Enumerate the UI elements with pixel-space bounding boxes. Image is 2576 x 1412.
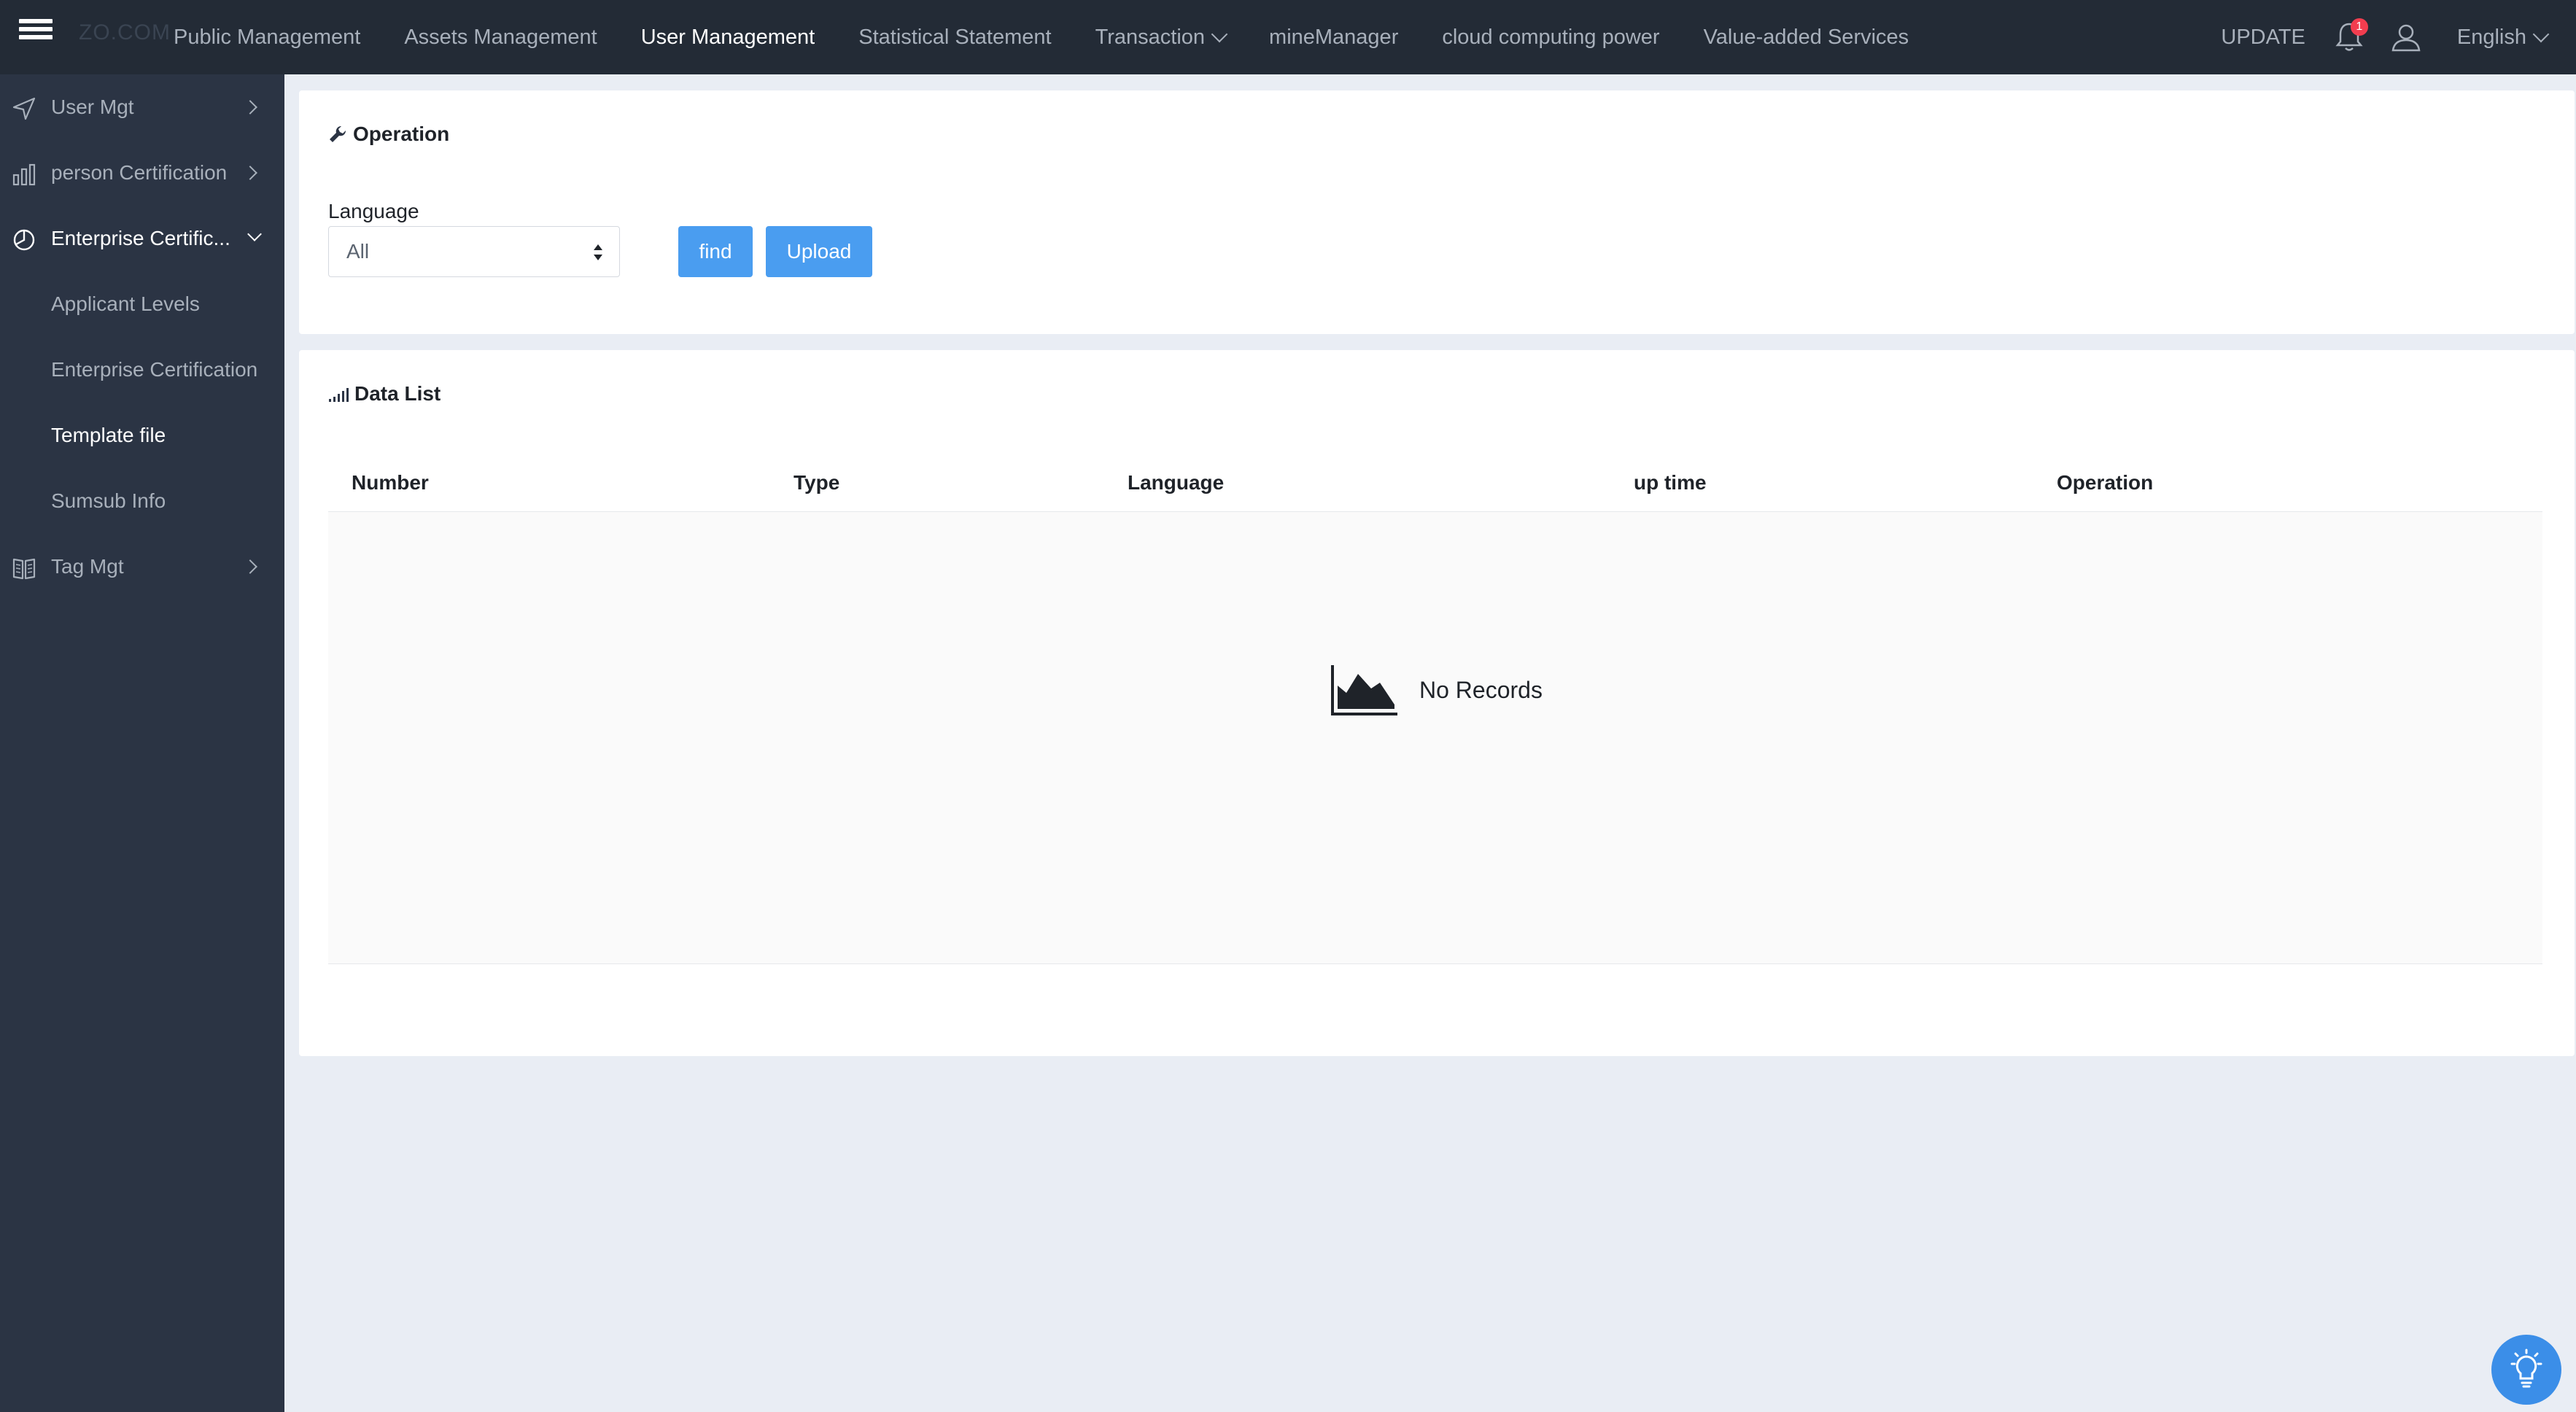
app-logo[interactable]: ZO.COM [79, 20, 171, 45]
nav-mine-manager[interactable]: mineManager [1269, 26, 1398, 50]
chevron-right-icon [243, 559, 257, 574]
operation-title-text: Operation [353, 123, 450, 145]
data-list-panel: Data List Number Type Language up time O… [299, 350, 2575, 1056]
nav-label: Public Management [174, 25, 361, 49]
column-header-type[interactable]: Type [794, 471, 839, 494]
sidebar-item-label: Tag Mgt [51, 555, 124, 578]
data-list-title-text: Data List [354, 382, 441, 405]
operation-title: Operation [328, 123, 449, 146]
area-chart-icon [1331, 665, 1397, 715]
sidebar-item-person-certification[interactable]: person Certification [0, 140, 284, 206]
sidebar-item-label: person Certification [51, 161, 228, 184]
update-button[interactable]: UPDATE [2221, 26, 2305, 50]
nav-label: Value-added Services [1703, 25, 1909, 49]
table-body: No Records [328, 512, 2542, 964]
chevron-down-icon [2532, 26, 2550, 43]
book-icon [12, 558, 36, 580]
user-icon [2391, 24, 2421, 52]
empty-state: No Records [1330, 664, 1543, 716]
user-profile-button[interactable] [2390, 21, 2422, 53]
nav-label: User Management [640, 25, 815, 49]
sort-updown-icon [594, 244, 602, 260]
sidebar-item-enterprise-certification[interactable]: Enterprise Certific... [0, 206, 284, 271]
chevron-down-icon [1211, 26, 1228, 43]
column-header-number[interactable]: Number [352, 471, 429, 494]
chevron-down-icon [247, 227, 262, 241]
signal-bars-icon [329, 388, 349, 402]
sidebar-item-label: Enterprise Certific... [51, 227, 230, 249]
column-header-up-time[interactable]: up time [1634, 471, 1707, 494]
sidebar-item-tag-mgt[interactable]: Tag Mgt [0, 534, 284, 600]
nav-assets-management[interactable]: Assets Management [404, 26, 597, 50]
sidebar-item-label: User Mgt [51, 96, 134, 118]
table-header: Number Type Language up time Operation [328, 452, 2542, 512]
wrench-icon [330, 125, 346, 142]
upload-button[interactable]: Upload [766, 226, 872, 277]
language-label: English [2456, 25, 2526, 49]
sidebar-subitem-template-file[interactable]: Template file [0, 403, 284, 468]
lightbulb-icon [2510, 1349, 2542, 1388]
sidebar-subitem-sumsub-info[interactable]: Sumsub Info [0, 468, 284, 534]
sidebar-subitem-applicant-levels[interactable]: Applicant Levels [0, 271, 284, 337]
column-header-operation[interactable]: Operation [2057, 471, 2153, 494]
sidebar-item-user-mgt[interactable]: User Mgt [0, 74, 284, 140]
nav-statistical-statement[interactable]: Statistical Statement [858, 26, 1051, 50]
notification-button[interactable]: 1 [2335, 18, 2368, 53]
language-select[interactable]: All [328, 226, 620, 277]
find-button[interactable]: find [678, 226, 753, 277]
nav-label: cloud computing power [1442, 25, 1660, 49]
operation-panel: Operation Language All find Upload [299, 90, 2575, 334]
send-icon [12, 97, 36, 120]
nav-transaction[interactable]: Transaction [1095, 25, 1228, 50]
data-list-title: Data List [328, 382, 441, 406]
nav-label: Statistical Statement [858, 25, 1052, 49]
pie-chart-icon [13, 229, 35, 251]
column-header-language[interactable]: Language [1128, 471, 1224, 494]
menu-toggle-icon[interactable] [19, 19, 53, 45]
nav-user-management[interactable]: User Management [641, 26, 815, 50]
nav-label: Transaction [1095, 25, 1206, 49]
help-floating-button[interactable] [2491, 1335, 2561, 1405]
empty-state-text: No Records [1419, 676, 1543, 703]
language-switcher[interactable]: English [2456, 25, 2550, 50]
nav-public-management[interactable]: Public Management [174, 26, 360, 50]
nav-cloud-computing-power[interactable]: cloud computing power [1442, 26, 1659, 50]
sidebar: User Mgt person Certification Enterprise… [0, 74, 284, 1412]
nav-value-added-services[interactable]: Value-added Services [1704, 26, 1909, 50]
main-nav: Public Management Assets Management User… [174, 0, 1952, 74]
topbar-actions: UPDATE 1 English [2221, 0, 2576, 74]
language-select-value: All [346, 240, 370, 263]
notification-badge: 1 [2350, 18, 2368, 36]
bar-chart-icon [12, 163, 36, 186]
chevron-right-icon [243, 166, 257, 180]
language-label: Language [328, 200, 419, 222]
top-navbar: ZO.COM Public Management Assets Manageme… [0, 0, 2576, 74]
nav-label: Assets Management [404, 25, 597, 49]
chevron-right-icon [243, 100, 257, 115]
sidebar-subitem-enterprise-certification[interactable]: Enterprise Certification [0, 337, 284, 403]
nav-label: mineManager [1269, 25, 1399, 49]
